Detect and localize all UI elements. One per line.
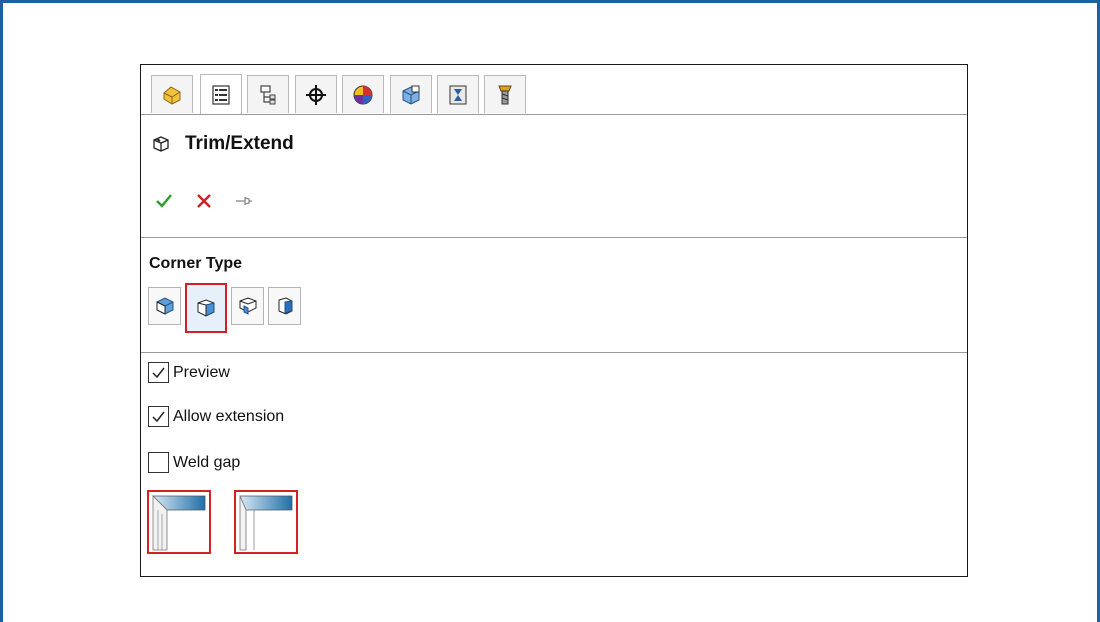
checkmark-icon (152, 411, 165, 423)
corner-end-trim-button[interactable] (148, 287, 181, 325)
tab-property-manager[interactable] (200, 74, 242, 114)
ok-button[interactable] (153, 190, 175, 212)
action-bar (153, 190, 273, 212)
tab-feature-manager[interactable] (151, 75, 193, 113)
corner-type-label: Corner Type (149, 255, 243, 272)
cam-feature-icon (402, 85, 420, 105)
end-butt2-icon (278, 297, 292, 315)
ok-check-icon (156, 194, 172, 208)
end-trim-icon (156, 297, 173, 315)
cam-tool-icon (498, 85, 512, 104)
tab-cam-tool[interactable] (484, 75, 526, 113)
weld-gap-checkbox[interactable] (148, 452, 169, 473)
corner-end-butt2-button[interactable] (268, 287, 301, 325)
section-divider (141, 237, 967, 238)
tab-configuration-manager[interactable] (247, 75, 289, 113)
allow-extension-checkbox-row[interactable]: Allow extension (148, 406, 284, 427)
end-butt1-icon (239, 297, 256, 315)
preview-label: Preview (173, 363, 230, 381)
cancel-button[interactable] (193, 190, 215, 212)
pushpin-icon (236, 197, 252, 205)
allow-extension-label: Allow extension (173, 407, 285, 425)
tab-dimxpert[interactable] (295, 75, 337, 113)
preview-checkbox[interactable] (148, 362, 169, 383)
dimxpert-icon (306, 84, 326, 105)
manager-tab-bar (141, 65, 967, 115)
corner-preview-image-2[interactable] (234, 490, 298, 554)
property-manager-panel: Trim/Extend Corner Type Preview Allow ex… (140, 64, 968, 577)
weld-gap-label: Weld gap (173, 453, 241, 471)
preview-checkbox-row[interactable]: Preview (148, 362, 230, 383)
cam-operation-icon (449, 85, 467, 104)
corner-end-butt1-button[interactable] (231, 287, 264, 325)
trim-extend-icon (151, 134, 171, 154)
butt-corner-preview-icon (239, 495, 293, 551)
tab-cam-feature[interactable] (390, 75, 432, 113)
corner-preview-image-1[interactable] (147, 490, 211, 554)
tab-cam-operation[interactable] (437, 75, 479, 113)
checkmark-icon (152, 367, 165, 379)
weld-gap-checkbox-row[interactable]: Weld gap (148, 452, 240, 473)
feature-manager-icon (163, 85, 181, 105)
end-miter-icon (197, 299, 215, 317)
display-manager-icon (353, 85, 373, 104)
configuration-manager-icon (260, 84, 276, 104)
tab-display-manager[interactable] (342, 75, 384, 113)
section-divider (141, 352, 967, 353)
pin-button[interactable] (233, 190, 255, 212)
miter-corner-preview-icon (152, 495, 206, 551)
corner-type-buttons (148, 283, 305, 333)
cancel-x-icon (197, 194, 211, 208)
feature-title-row: Trim/Extend (151, 133, 294, 155)
corner-end-miter-button[interactable] (185, 283, 227, 333)
allow-extension-checkbox[interactable] (148, 406, 169, 427)
property-manager-icon (212, 84, 230, 105)
page-title: Trim/Extend (185, 133, 294, 154)
